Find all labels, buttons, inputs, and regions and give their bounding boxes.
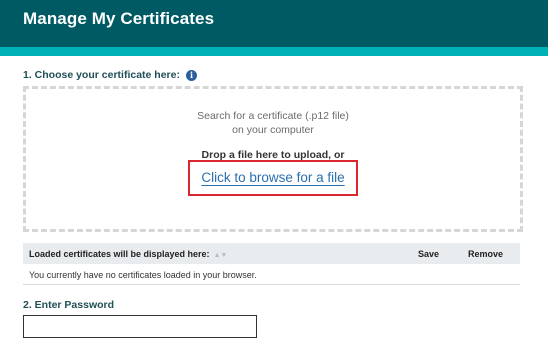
page-title: Manage My Certificates — [23, 9, 215, 28]
search-hint-line1: Search for a certificate (.p12 file) — [197, 110, 349, 122]
browse-highlight-box: Click to browse for a file — [188, 160, 358, 196]
browse-file-link[interactable]: Click to browse for a file — [190, 170, 356, 185]
step1-heading: 1. Choose your certificate here: i — [23, 69, 197, 81]
page-header: Manage My Certificates — [0, 0, 548, 47]
column-header-loaded[interactable]: Loaded certificates will be displayed he… — [29, 249, 227, 259]
sort-icon[interactable]: ▲▼ — [214, 252, 228, 259]
table-row: You currently have no certificates loade… — [23, 264, 520, 285]
info-icon[interactable]: i — [185, 69, 197, 81]
column-header-loaded-label: Loaded certificates will be displayed he… — [29, 249, 210, 259]
header-accent-stripe — [0, 47, 548, 56]
browse-file-link-text[interactable]: Click to browse for a file — [201, 170, 344, 185]
empty-table-message: You currently have no certificates loade… — [29, 270, 257, 280]
certificates-table-header: Loaded certificates will be displayed he… — [23, 243, 520, 264]
certificate-dropzone[interactable]: Search for a certificate (.p12 file) on … — [23, 86, 523, 232]
column-header-remove: Remove — [468, 249, 504, 259]
column-header-save: Save — [418, 249, 440, 259]
step2-label: 2. Enter Password — [23, 299, 115, 311]
search-hint-line2: on your computer — [232, 124, 314, 136]
search-hint: Search for a certificate (.p12 file) on … — [26, 109, 520, 137]
password-input[interactable] — [23, 315, 257, 338]
step1-label: 1. Choose your certificate here: — [23, 69, 180, 81]
